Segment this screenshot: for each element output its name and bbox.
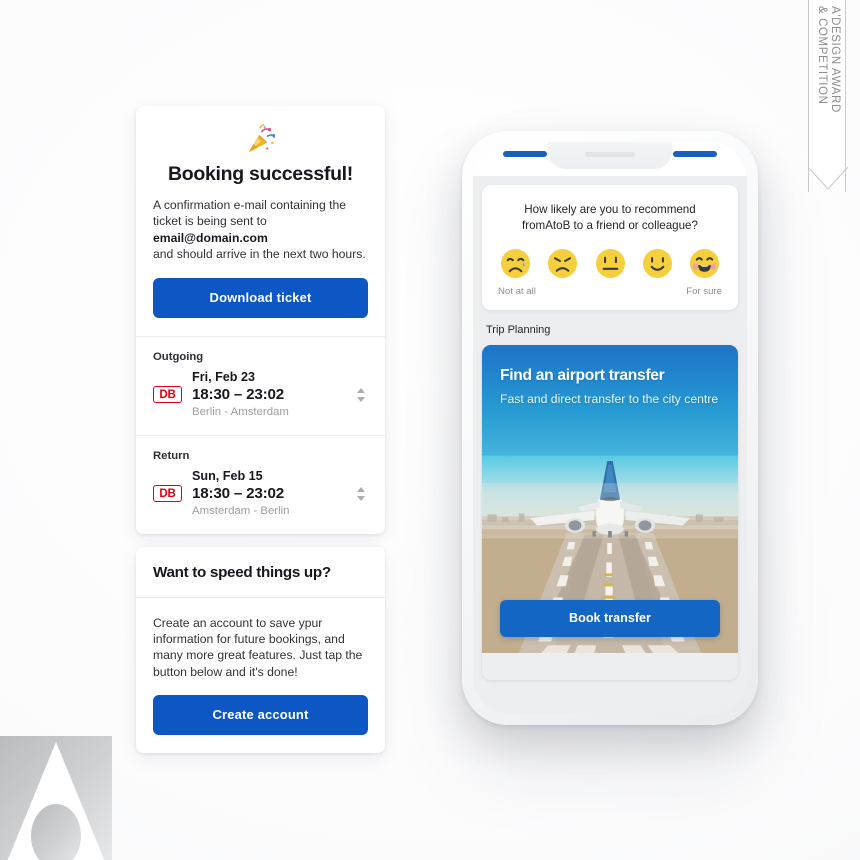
phone-mockup: How likely are you to recommend fromAtoB… <box>462 131 758 725</box>
trip-route-outgoing: Berlin - Amsterdam <box>192 405 289 418</box>
survey-question-line-1: How likely are you to recommend <box>524 203 696 216</box>
award-ribbon-label: A'DESIGN AWARD & COMPETITION <box>816 6 841 113</box>
trip-route-return: Amsterdam - Berlin <box>192 504 290 517</box>
survey-scale-labels: Not at all For sure <box>494 286 726 297</box>
survey-face-options <box>494 248 726 279</box>
neutral-face-icon[interactable] <box>595 248 626 279</box>
trip-row-outgoing[interactable]: Outgoing DB Fri, Feb 23 18:30 – 23:02 Be… <box>136 337 385 435</box>
screenshot-stage: A'DESIGN AWARD & COMPETITION Booking suc… <box>0 0 860 860</box>
survey-scale-low: Not at all <box>498 286 536 297</box>
create-account-card: Want to speed things up? Create an accou… <box>136 546 385 754</box>
phone-status-bar <box>473 142 747 176</box>
award-ribbon: A'DESIGN AWARD & COMPETITION <box>808 0 848 193</box>
trip-details-outgoing: Fri, Feb 23 18:30 – 23:02 Berlin - Amste… <box>192 370 354 420</box>
phone-notch <box>548 142 672 169</box>
db-carrier-logo: DB <box>153 485 182 503</box>
promo-text-block: Find an airport transfer Fast and direct… <box>500 367 722 408</box>
create-account-title: Want to speed things up? <box>153 563 331 581</box>
trip-date-return: Sun, Feb 15 <box>192 468 263 483</box>
trip-date-outgoing: Fri, Feb 23 <box>192 369 255 384</box>
frowning-face-icon[interactable] <box>547 248 578 279</box>
status-bar-right-indicator <box>673 151 717 157</box>
confirmation-line-1: A confirmation e-mail containing the <box>153 198 347 212</box>
create-account-body-section: Create an account to save ypur informati… <box>136 598 385 754</box>
trip-details-return: Sun, Feb 15 18:30 – 23:02 Amsterdam - Be… <box>192 469 354 519</box>
grinning-face-icon[interactable] <box>689 248 720 279</box>
trip-content-outgoing: DB Fri, Feb 23 18:30 – 23:02 Berlin - Am… <box>153 370 368 420</box>
expand-collapse-icon[interactable] <box>354 484 368 504</box>
create-account-button[interactable]: Create account <box>153 695 368 736</box>
web-preview-column: Booking successful! A confirmation e-mai… <box>136 106 385 754</box>
airport-transfer-promo-card[interactable]: Find an airport transfer Fast and direct… <box>482 345 738 680</box>
earpiece-speaker <box>585 152 635 157</box>
promo-title: Find an airport transfer <box>500 367 665 384</box>
confirmation-line-3: and should arrive in the next two hours. <box>153 247 366 262</box>
slight-smile-face-icon[interactable] <box>642 248 673 279</box>
booking-card-top: Booking successful! A confirmation e-mai… <box>136 106 385 336</box>
survey-question: How likely are you to recommend fromAtoB… <box>494 202 726 234</box>
confirmation-line-2: ticket is being sent to <box>153 214 267 229</box>
download-ticket-button[interactable]: Download ticket <box>153 277 368 318</box>
db-carrier-logo: DB <box>153 386 182 404</box>
trip-content-return: DB Sun, Feb 15 18:30 – 23:02 Amsterdam -… <box>153 469 368 519</box>
sad-crying-face-icon[interactable] <box>500 248 531 279</box>
booking-card: Booking successful! A confirmation e-mai… <box>136 106 385 534</box>
trip-row-return[interactable]: Return DB Sun, Feb 15 18:30 – 23:02 Amst… <box>136 436 385 534</box>
book-transfer-button[interactable]: Book transfer <box>500 600 720 637</box>
create-account-body: Create an account to save ypur informati… <box>153 615 363 679</box>
booking-success-title: Booking successful! <box>167 163 353 185</box>
trip-time-return: 18:30 – 23:02 <box>192 484 284 502</box>
status-bar-left-indicator <box>503 151 547 157</box>
confirmation-email: email@domain.com <box>153 230 268 245</box>
trip-planning-section-label: Trip Planning <box>486 324 551 336</box>
survey-scale-high: For sure <box>686 286 722 297</box>
award-ribbon-notch <box>808 167 848 193</box>
phone-screen-frame: How likely are you to recommend fromAtoB… <box>473 142 747 714</box>
brand-a-mark-logo <box>0 736 112 860</box>
expand-collapse-icon[interactable] <box>354 385 368 405</box>
trip-label-outgoing: Outgoing <box>153 350 204 363</box>
survey-question-line-2: fromAtoB to a friend or colleague? <box>522 219 698 232</box>
promo-subtitle: Fast and direct transfer to the city cen… <box>500 392 719 406</box>
party-popper-icon <box>248 124 275 153</box>
trip-time-outgoing: 18:30 – 23:02 <box>192 385 284 403</box>
phone-app-screen: How likely are you to recommend fromAtoB… <box>473 176 747 714</box>
nps-survey-card: How likely are you to recommend fromAtoB… <box>482 185 738 310</box>
booking-confirmation-text: A confirmation e-mail containing the tic… <box>153 197 368 263</box>
trip-label-return: Return <box>153 449 190 462</box>
